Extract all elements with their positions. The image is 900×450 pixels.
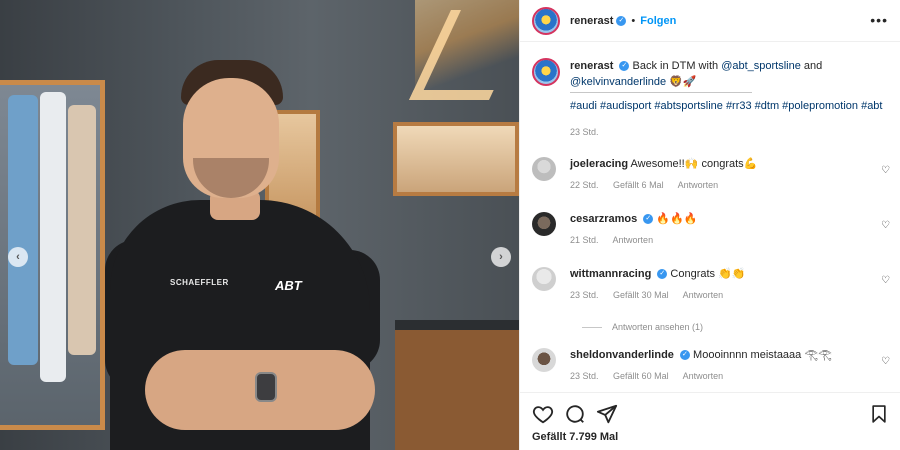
- comment-item: sheldonvanderlinde ✓ Moooinnnn meistaaaa…: [532, 348, 892, 381]
- caption-text: renerast ✓ Back in DTM with @abt_sportsl…: [570, 58, 882, 90]
- hanging-jacket: [40, 92, 66, 382]
- mention-link[interactable]: @kelvinvanderlinde: [570, 76, 666, 88]
- comment-username[interactable]: wittmannracing: [570, 268, 651, 280]
- caption-emoji: 🦁🚀: [666, 76, 697, 88]
- comment-timestamp: 23 Std.: [570, 290, 599, 300]
- avatar[interactable]: [532, 58, 560, 86]
- view-replies-button[interactable]: Antworten ansehen (1): [582, 322, 703, 332]
- display-shelf: [393, 122, 519, 196]
- comment-item: wittmannracing ✓ Congrats 👏👏 23 Std. Gef…: [532, 267, 892, 300]
- instagram-post-modal: SCHAEFFLER ABT ‹ › renerast ✓ • Folgen •…: [0, 0, 900, 450]
- prev-photo-button[interactable]: ‹: [8, 247, 28, 267]
- follow-button[interactable]: Folgen: [640, 15, 676, 27]
- wood-cabinet: [395, 320, 519, 450]
- comment-item: cesarzramos ✓ 🔥🔥🔥 21 Std. Antworten ♡: [532, 212, 892, 245]
- comment-line: wittmannracing ✓ Congrats 👏👏: [570, 267, 892, 281]
- wristwatch: [255, 372, 277, 402]
- avatar[interactable]: [532, 157, 556, 181]
- reply-button[interactable]: Antworten: [613, 235, 654, 245]
- share-icon[interactable]: [596, 403, 618, 425]
- avatar[interactable]: [532, 348, 556, 372]
- post-author-username[interactable]: renerast: [570, 15, 613, 27]
- comment-meta: 22 Std. Gefällt 6 Mal Antworten: [570, 180, 892, 190]
- post-header: renerast ✓ • Folgen •••: [520, 0, 900, 42]
- comment-likes[interactable]: Gefällt 6 Mal: [613, 180, 664, 190]
- comment-timestamp: 22 Std.: [570, 180, 599, 190]
- replies-dash: [582, 326, 602, 328]
- verified-badge-icon: ✓: [616, 15, 627, 26]
- heart-outline-icon[interactable]: ♡: [881, 356, 890, 367]
- sponsor-logo-right: ABT: [275, 278, 302, 293]
- comment-meta: 23 Std. Gefällt 30 Mal Antworten: [570, 290, 892, 300]
- comment-icon[interactable]: [564, 403, 586, 425]
- bookmark-icon[interactable]: [869, 403, 889, 425]
- avatar[interactable]: [532, 267, 556, 291]
- comment-item: joeleracing Awesome!!🙌 congrats💪 22 Std.…: [532, 157, 892, 190]
- chevron-right-icon: ›: [499, 251, 503, 263]
- comment-line: sheldonvanderlinde ✓ Moooinnnn meistaaaa…: [570, 348, 892, 362]
- caption-divider: [570, 92, 752, 93]
- action-bar: [520, 393, 900, 425]
- reply-button[interactable]: Antworten: [678, 180, 719, 190]
- comment-text: Awesome!!🙌 congrats💪: [630, 158, 758, 170]
- separator-dot: •: [631, 14, 636, 27]
- comment-body: sheldonvanderlinde ✓ Moooinnnn meistaaaa…: [570, 348, 892, 381]
- heart-icon[interactable]: [532, 403, 554, 425]
- hanging-jacket: [8, 95, 38, 365]
- verified-badge-icon: ✓: [679, 350, 690, 361]
- verified-badge-icon: ✓: [643, 214, 654, 225]
- heart-outline-icon[interactable]: ♡: [881, 275, 890, 286]
- likes-count[interactable]: Gefällt 7.799 Mal: [520, 425, 900, 443]
- hashtag-list[interactable]: #audi #audisport #abtsportsline #rr33 #d…: [570, 99, 882, 114]
- comment-text: 🔥🔥🔥: [656, 213, 698, 225]
- reply-button[interactable]: Antworten: [683, 371, 724, 381]
- verified-badge-icon: ✓: [657, 269, 668, 280]
- comment-meta: 21 Std. Antworten: [570, 235, 892, 245]
- post-sidebar: renerast ✓ • Folgen ••• renerast ✓ Back …: [519, 0, 900, 450]
- comment-line: joeleracing Awesome!!🙌 congrats💪: [570, 157, 892, 171]
- verified-badge-icon: ✓: [619, 61, 630, 72]
- heart-outline-icon[interactable]: ♡: [881, 220, 890, 231]
- post-photo: SCHAEFFLER ABT ‹ ›: [0, 0, 519, 450]
- avatar[interactable]: [532, 212, 556, 236]
- post-actions-footer: Gefällt 7.799 Mal: [520, 392, 900, 450]
- heart-outline-icon[interactable]: ♡: [881, 165, 890, 176]
- comment-text: Congrats 👏👏: [670, 268, 746, 280]
- hanging-jacket: [68, 105, 96, 355]
- caption-username[interactable]: renerast: [570, 60, 613, 72]
- comment-username[interactable]: cesarzramos: [570, 213, 637, 225]
- comment-meta: 23 Std. Gefällt 60 Mal Antworten: [570, 371, 892, 381]
- comment-text: Moooinnnn meistaaaa 𓂀𓂀: [693, 349, 832, 361]
- comment-username[interactable]: joeleracing: [570, 158, 628, 170]
- post-caption: renerast ✓ Back in DTM with @abt_sportsl…: [520, 42, 900, 140]
- sponsor-logo-left: SCHAEFFLER: [170, 278, 229, 287]
- comment-timestamp: 23 Std.: [570, 371, 599, 381]
- post-timestamp: 23 Std.: [570, 127, 599, 137]
- avatar[interactable]: [532, 6, 560, 35]
- comment-likes[interactable]: Gefällt 30 Mal: [613, 290, 669, 300]
- comment-body: cesarzramos ✓ 🔥🔥🔥 21 Std. Antworten: [570, 212, 892, 245]
- mention-link[interactable]: @abt_sportsline: [721, 60, 801, 72]
- comment-body: wittmannracing ✓ Congrats 👏👏 23 Std. Gef…: [570, 267, 892, 300]
- next-photo-button[interactable]: ›: [491, 247, 511, 267]
- comment-line: cesarzramos ✓ 🔥🔥🔥: [570, 212, 892, 226]
- chevron-left-icon: ‹: [16, 251, 20, 263]
- comment-likes[interactable]: Gefällt 60 Mal: [613, 371, 669, 381]
- comment-timestamp: 21 Std.: [570, 235, 599, 245]
- caption-text-middle: and: [800, 60, 823, 72]
- comment-body: joeleracing Awesome!!🙌 congrats💪 22 Std.…: [570, 157, 892, 190]
- caption-text-prefix: Back in DTM with: [632, 60, 722, 72]
- more-options-icon[interactable]: •••: [870, 12, 888, 28]
- view-replies-label: Antworten ansehen (1): [612, 322, 704, 332]
- reply-button[interactable]: Antworten: [683, 290, 724, 300]
- comment-username[interactable]: sheldonvanderlinde: [570, 349, 674, 361]
- driver-portrait: SCHAEFFLER ABT: [105, 50, 405, 450]
- caption-body: renerast ✓ Back in DTM with @abt_sportsl…: [570, 58, 882, 140]
